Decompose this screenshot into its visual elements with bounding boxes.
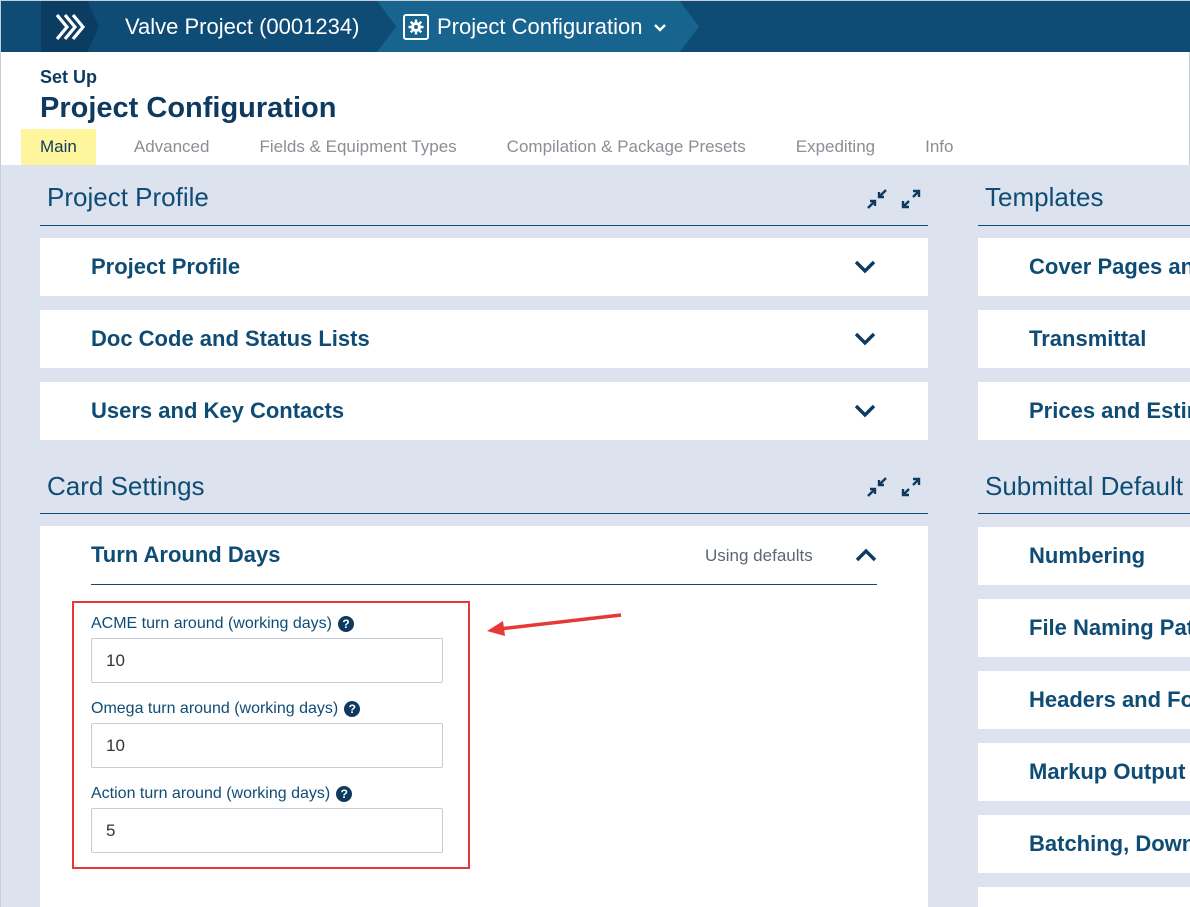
breadcrumb-project-label: Valve Project (0001234) [125,13,360,39]
card-markup-output[interactable]: Markup Output [978,743,1190,801]
tab-fields-equipment-types[interactable]: Fields & Equipment Types [234,129,481,165]
card-project-profile[interactable]: Project Profile [40,238,928,296]
breadcrumb-config[interactable]: Project Configuration [377,1,699,52]
tab-info[interactable]: Info [900,129,978,165]
card-label: Headers and Foo [1029,687,1190,712]
chevron-up-icon[interactable] [855,548,877,562]
field-label-text: ACME turn around (working days) [91,615,332,632]
setup-label: Set Up [40,67,98,87]
card-users-key-contacts[interactable]: Users and Key Contacts [40,382,928,440]
card-title: Turn Around Days [91,542,281,567]
card-transmittal[interactable]: Transmittal [978,310,1190,368]
card-divider [91,584,877,585]
chevron-down-icon[interactable] [654,19,667,35]
status-text: Using defaults [705,546,813,565]
page-title: Project Configuration [40,92,337,124]
card-label: Project Profile [91,254,241,279]
card-label: Batching, Downl [1029,831,1190,856]
card-headers-footers[interactable]: Headers and Foo [978,671,1190,729]
action-turnaround-input[interactable] [91,808,443,853]
card-cover-pages[interactable]: Cover Pages and [978,238,1190,296]
section-tools [867,189,921,209]
card-doc-code-status-lists[interactable]: Doc Code and Status Lists [40,310,928,368]
section-title-card-settings: Card Settings [47,471,205,501]
chevron-down-icon[interactable] [854,332,876,346]
card-label: Cover Pages and [1029,254,1190,279]
annotation-arrow-icon [487,613,622,636]
help-icon[interactable]: ? [336,786,353,802]
help-icon[interactable]: ? [344,701,361,717]
card-numbering[interactable]: Numbering [978,527,1190,585]
breadcrumb-config-label: Project Configuration [437,13,643,39]
help-icon[interactable]: ? [337,616,354,632]
card-label: Numbering [1029,543,1146,568]
field-label-text: Action turn around (working days) [91,785,331,802]
card-prices-estimates[interactable]: Prices and Estim [978,382,1190,440]
tab-compilation-package-presets[interactable]: Compilation & Package Presets [482,129,771,165]
home-crumb[interactable] [41,1,99,52]
section-divider [978,225,1190,226]
collapse-all-icon[interactable] [867,477,887,497]
breadcrumb-bar: Valve Project (0001234) Project Configur… [1,1,1190,52]
section-tools [867,477,921,497]
chevron-down-icon[interactable] [854,404,876,418]
tab-expediting[interactable]: Expediting [771,129,900,165]
field-label-acme: ACME turn around (working days) ? [91,615,354,633]
section-divider [40,513,928,514]
tab-bar: Main Advanced Fields & Equipment Types C… [21,129,978,165]
chevron-down-icon[interactable] [854,260,876,274]
tab-advanced[interactable]: Advanced [109,129,235,165]
section-title-submittal-defaults: Submittal Default [985,471,1183,501]
card-file-naming-pattern[interactable]: File Naming Patt [978,599,1190,657]
section-title-project-profile: Project Profile [47,182,209,212]
acme-turnaround-input[interactable] [91,638,443,683]
field-label-action: Action turn around (working days) ? [91,785,353,803]
card-label: Transmittal [1029,326,1147,351]
card-label: Users and Key Contacts [91,398,345,423]
field-label-text: Omega turn around (working days) [91,700,339,717]
card-label: File Naming Patt [1029,615,1190,640]
section-divider [40,225,928,226]
gear-icon [403,13,429,40]
tab-main[interactable]: Main [21,129,96,165]
collapse-all-icon[interactable] [867,189,887,209]
card-partial [978,887,1190,907]
card-label: Doc Code and Status Lists [91,326,370,351]
chevrons-right-icon [55,13,86,41]
expand-all-icon[interactable] [901,189,921,209]
card-batching-downloads[interactable]: Batching, Downl [978,815,1190,873]
card-label: Prices and Estim [1029,398,1190,423]
expand-all-icon[interactable] [901,477,921,497]
section-title-templates: Templates [985,182,1104,212]
field-label-omega: Omega turn around (working days) ? [91,700,361,718]
section-divider [978,513,1190,514]
omega-turnaround-input[interactable] [91,723,443,768]
breadcrumb-project[interactable]: Valve Project (0001234) [101,1,391,52]
card-label: Markup Output [1029,759,1186,784]
